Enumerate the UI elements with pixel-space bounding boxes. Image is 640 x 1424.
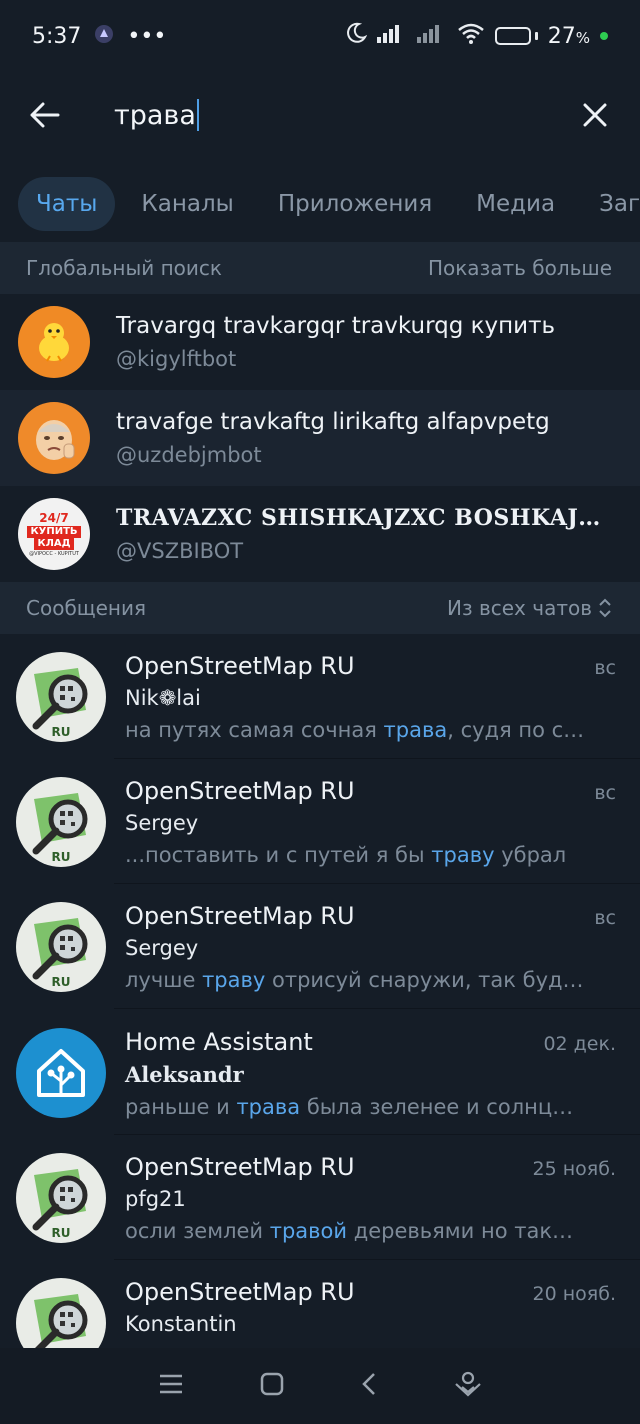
global-result-row[interactable]: travafge travkaftg lirikaftg alfapvpetg … (0, 390, 640, 486)
bot-username: @kigylftbot (116, 347, 237, 371)
chat-title: OpenStreetMap RU (125, 902, 355, 930)
message-snippet: осли землей травой деревьями но так… (125, 1219, 574, 1243)
assistant-icon[interactable] (453, 1370, 483, 1402)
openstreetmap-avatar: RU (16, 652, 106, 742)
sort-arrows-icon (599, 598, 611, 618)
message-result-row[interactable]: RU OpenStreetMap RU вс Sergey ...поставить и… (0, 759, 640, 884)
tab-apps[interactable]: Приложения (260, 177, 450, 231)
search-header: трава (0, 72, 640, 158)
search-highlight: трава (383, 718, 448, 742)
status-time: 5:37 (32, 23, 82, 49)
message-sender: Aleksandr (125, 1062, 244, 1087)
message-result-row[interactable]: RU OpenStreetMap RU 25 нояб. pfg21 осли земл… (0, 1135, 640, 1260)
chat-title: Home Assistant (125, 1028, 313, 1056)
wifi-icon (457, 22, 485, 50)
chat-filter-dropdown[interactable]: Из всех чатов (447, 596, 612, 620)
search-filter-tabs: Чаты Каналы Приложения Медиа Загрузки (0, 172, 640, 236)
message-sender: Sergey (125, 811, 199, 835)
status-bar: 5:37 ••• 27% (0, 0, 640, 72)
message-result-body: OpenStreetMap RU вс Nik❁lai на путях самая … (114, 634, 640, 759)
svg-text:RU: RU (52, 725, 71, 739)
chat-title: OpenStreetMap RU (125, 652, 355, 680)
signal-icon (376, 23, 407, 49)
show-more-link[interactable]: Показать больше (428, 256, 612, 280)
bot-name: travafge travkaftg lirikaftg alfapvpetg (116, 409, 550, 435)
message-result-row[interactable]: RU OpenStreetMap RU вс Sergey лучше траву от… (0, 884, 640, 1009)
menu-icon[interactable] (158, 1373, 184, 1399)
battery-percent: 27% (547, 23, 590, 49)
global-search-title: Глобальный поиск (26, 256, 222, 280)
clear-search-button[interactable] (550, 72, 640, 158)
chat-title: OpenStreetMap RU (125, 777, 355, 805)
signal-icon-2 (416, 23, 447, 49)
message-date: вс (594, 907, 616, 929)
message-date: вс (594, 782, 616, 804)
privacy-indicator-dot (600, 32, 608, 40)
do-not-disturb-icon (345, 22, 368, 50)
messages-header: Сообщения Из всех чатов (0, 582, 640, 634)
klad-avatar: 24/7 КУПИТЬ КЛАД @VIPOCC - KUPITUT (18, 498, 90, 570)
tab-channels[interactable]: Каналы (123, 177, 251, 231)
svg-text:RU: RU (52, 975, 71, 989)
chat-title: OpenStreetMap RU (125, 1278, 355, 1306)
bot-name: TRAVAZXC SHISHKAJZXC BOSHKAJ… (116, 505, 601, 531)
svg-text:RU: RU (52, 1226, 71, 1240)
message-result-body: OpenStreetMap RU вс Sergey ...поставить и с… (114, 759, 640, 884)
global-result-row[interactable]: Travargq travkargqr travkurqg купить @ki… (0, 294, 640, 390)
message-sender: Nik❁lai (125, 686, 201, 710)
app-notification-icon (95, 24, 114, 49)
search-query: трава (114, 99, 196, 131)
chat-title: OpenStreetMap RU (125, 1153, 355, 1181)
search-highlight: трава (236, 1095, 301, 1119)
back-nav-icon[interactable] (360, 1371, 378, 1401)
message-snippet: на путях самая сочная трава, судя по с… (125, 718, 585, 742)
message-sender: Sergey (125, 936, 199, 960)
search-highlight: траву (202, 968, 266, 992)
close-icon (583, 103, 607, 127)
message-date: 20 нояб. (532, 1283, 616, 1305)
message-result-row[interactable]: RU OpenStreetMap RU вс Nik❁lai на путях сама… (0, 634, 640, 759)
message-snippet: лучше траву отрисуй снаружи, так буд… (125, 968, 584, 992)
home-icon[interactable] (259, 1371, 285, 1401)
battery-icon (494, 27, 538, 45)
search-highlight: траву (431, 843, 495, 867)
tab-chats[interactable]: Чаты (18, 177, 116, 231)
message-sender: pfg21 (125, 1187, 186, 1211)
message-date: 25 нояб. (532, 1158, 616, 1180)
svg-text:RU: RU (52, 850, 71, 864)
global-search-header: Глобальный поиск Показать больше (0, 242, 640, 294)
bot-username: @VSZBIBOT (116, 539, 244, 563)
global-result-row[interactable]: 24/7 КУПИТЬ КЛАД @VIPOCC - KUPITUT TRAVA… (0, 486, 640, 582)
face-avatar (18, 402, 90, 474)
openstreetmap-avatar: RU (16, 777, 106, 867)
openstreetmap-avatar: RU (16, 1153, 106, 1243)
openstreetmap-avatar: RU (16, 902, 106, 992)
more-notifications-icon: ••• (127, 23, 167, 49)
back-arrow-icon (30, 102, 60, 128)
home-assistant-avatar (16, 1028, 106, 1118)
text-caret (196, 99, 199, 131)
message-sender: Konstantin (125, 1312, 237, 1336)
message-result-body: OpenStreetMap RU 25 нояб. pfg21 осли землей… (114, 1135, 640, 1260)
messages-title: Сообщения (26, 596, 147, 620)
tab-downloads[interactable]: Загрузки (581, 177, 640, 231)
message-result-row[interactable]: Home Assistant 02 дек. Aleksandr раньше и т… (0, 1010, 640, 1135)
message-date: 02 дек. (543, 1033, 616, 1055)
bot-name: Travargq travkargqr travkurqg купить (116, 313, 556, 339)
message-snippet: ...поставить и с путей я бы траву убрал (125, 843, 567, 867)
bot-username: @uzdebjmbot (116, 443, 262, 467)
system-navigation-bar (0, 1348, 640, 1424)
message-result-body: Home Assistant 02 дек. Aleksandr раньше и т… (114, 1010, 640, 1135)
search-input[interactable]: трава (90, 99, 550, 131)
chick-avatar (18, 306, 90, 378)
tab-media[interactable]: Медиа (458, 177, 573, 231)
message-result-body: OpenStreetMap RU вс Sergey лучше траву отри… (114, 884, 640, 1009)
back-button[interactable] (0, 72, 90, 158)
search-highlight: травой (269, 1219, 348, 1243)
message-snippet: раньше и трава была зеленее и солнц… (125, 1095, 574, 1119)
message-date: вс (594, 657, 616, 679)
